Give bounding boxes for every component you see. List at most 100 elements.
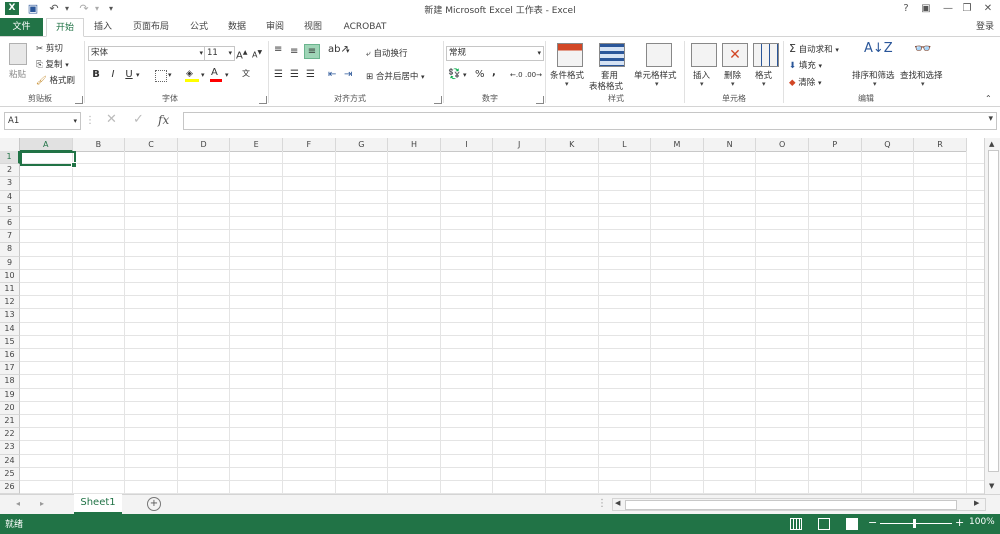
row-header-19[interactable]: 19 xyxy=(0,388,20,402)
column-header-r[interactable]: R xyxy=(914,138,967,152)
zoom-slider-thumb[interactable] xyxy=(913,519,916,528)
ribbon-display-button[interactable]: ▣ xyxy=(917,2,935,16)
fill-handle[interactable] xyxy=(71,162,77,168)
page-layout-view-icon[interactable] xyxy=(818,518,830,530)
worksheet-grid[interactable]: ABCDEFGHIJKLMNOPQR 1 2 3 4 5 6 7 8 9 10 11 12 13 14 15… xyxy=(0,138,984,494)
row-header-22[interactable]: 22 xyxy=(0,428,20,442)
row-header-7[interactable]: 7 xyxy=(0,230,20,244)
tab-page-layout[interactable]: 页面布局 xyxy=(126,18,176,36)
help-button[interactable]: ? xyxy=(897,2,915,16)
page-break-view-icon[interactable] xyxy=(846,518,858,530)
phonetic-icon[interactable]: 文 xyxy=(242,68,250,80)
row-header-8[interactable]: 8 xyxy=(0,243,20,257)
select-all-corner[interactable] xyxy=(0,138,20,152)
bold-button[interactable]: B xyxy=(90,69,102,81)
sort-filter-button[interactable]: A↓Z 排序和筛选 ▾ xyxy=(852,41,898,91)
underline-dropdown-icon[interactable]: ▾ xyxy=(136,69,140,81)
row-header-10[interactable]: 10 xyxy=(0,269,20,283)
number-format-box[interactable]: 常规 ▾ xyxy=(446,46,544,61)
decrease-decimal-icon[interactable]: .00→ xyxy=(525,69,542,81)
column-header-o[interactable]: O xyxy=(756,138,809,152)
tab-review[interactable]: 审阅 xyxy=(258,18,292,36)
wrap-text-button[interactable]: ⤶ 自动换行 xyxy=(366,47,407,59)
scroll-down-arrow-icon[interactable]: ▼ xyxy=(989,482,994,490)
conditional-formatting-button[interactable]: 条件格式 ▾ xyxy=(548,41,588,91)
column-header-i[interactable]: I xyxy=(440,138,494,152)
column-header-j[interactable]: J xyxy=(493,138,546,152)
vertical-scroll-thumb[interactable] xyxy=(988,150,999,472)
column-header-k[interactable]: K xyxy=(546,138,599,152)
find-select-button[interactable]: 👓 查找和选择 ▾ xyxy=(900,41,946,91)
zoom-level[interactable]: 100% xyxy=(969,517,995,527)
row-header-9[interactable]: 9 xyxy=(0,256,20,270)
tab-view[interactable]: 视图 xyxy=(296,18,330,36)
row-header-26[interactable]: 26 xyxy=(0,481,20,494)
row-header-3[interactable]: 3 xyxy=(0,177,20,191)
column-header-c[interactable]: C xyxy=(125,138,178,152)
scroll-left-arrow-icon[interactable]: ◀ xyxy=(615,499,620,507)
formula-input[interactable]: ▾ xyxy=(183,112,997,130)
column-header-a[interactable]: A xyxy=(20,138,73,152)
cell-styles-button[interactable]: 单元格样式 ▾ xyxy=(634,41,680,91)
column-header-d[interactable]: D xyxy=(177,138,231,152)
row-header-4[interactable]: 4 xyxy=(0,190,20,204)
format-painter-button[interactable]: 🖌 格式刷 xyxy=(36,74,75,86)
row-header-21[interactable]: 21 xyxy=(0,415,20,429)
column-header-h[interactable]: H xyxy=(388,138,441,152)
active-cell-a1[interactable] xyxy=(20,151,76,166)
horizontal-scroll-thumb[interactable] xyxy=(625,500,957,510)
align-left-icon[interactable]: ☰ xyxy=(274,69,283,81)
row-header-25[interactable]: 25 xyxy=(0,467,20,481)
align-middle-icon[interactable]: ≡ xyxy=(290,46,298,58)
column-header-l[interactable]: L xyxy=(598,138,652,152)
zoom-slider[interactable] xyxy=(880,519,952,528)
collapse-ribbon-icon[interactable]: ⌃ xyxy=(985,93,992,105)
expand-formula-icon[interactable]: ▾ xyxy=(988,114,993,124)
zoom-out-button[interactable]: − xyxy=(868,516,877,529)
tab-insert[interactable]: 插入 xyxy=(86,18,120,36)
font-color-button[interactable]: A xyxy=(210,67,222,82)
align-right-icon[interactable]: ☰ xyxy=(306,69,315,81)
name-box[interactable]: A1 ▾ xyxy=(4,112,81,130)
tab-home[interactable]: 开始 xyxy=(46,18,84,37)
scroll-up-arrow-icon[interactable]: ▲ xyxy=(989,140,994,148)
restore-button[interactable]: ❐ xyxy=(958,2,976,16)
tab-data[interactable]: 数据 xyxy=(220,18,254,36)
accounting-format-icon[interactable]: 💱 xyxy=(448,69,460,81)
row-header-18[interactable]: 18 xyxy=(0,375,20,389)
fill-color-button[interactable]: ◈ xyxy=(185,68,199,82)
insert-cells-button[interactable]: 插入 ▾ xyxy=(689,41,717,91)
row-header-23[interactable]: 23 xyxy=(0,441,20,455)
row-header-2[interactable]: 2 xyxy=(0,164,20,178)
underline-button[interactable]: U xyxy=(123,69,135,81)
sheet-tab-sheet1[interactable]: Sheet1 xyxy=(74,494,122,514)
font-size-box[interactable]: 11 ▾ xyxy=(204,46,235,61)
column-header-g[interactable]: G xyxy=(335,138,389,152)
autosum-button[interactable]: Σ 自动求和 ▾ xyxy=(789,42,839,55)
row-header-15[interactable]: 15 xyxy=(0,335,20,349)
borders-dropdown-icon[interactable]: ▾ xyxy=(168,69,172,81)
column-header-q[interactable]: Q xyxy=(861,138,915,152)
insert-function-icon[interactable]: fx xyxy=(158,114,169,126)
grow-font-button[interactable]: A▲ xyxy=(236,47,247,62)
comma-style-button[interactable]: , xyxy=(492,67,496,79)
row-header-16[interactable]: 16 xyxy=(0,349,20,363)
row-header-17[interactable]: 17 xyxy=(0,362,20,376)
font-name-box[interactable]: 宋体 ▾ xyxy=(88,46,206,61)
delete-cells-button[interactable]: ✕ 删除 ▾ xyxy=(720,41,748,91)
next-sheet-icon[interactable]: ▸ xyxy=(40,498,44,510)
copy-button[interactable]: ⎘ 复制 ▾ xyxy=(36,58,69,70)
font-launcher-icon[interactable] xyxy=(259,96,267,104)
merge-center-button[interactable]: ⊞ 合并后居中 ▾ xyxy=(366,70,425,82)
increase-decimal-icon[interactable]: ←.0 xyxy=(510,69,523,81)
row-header-11[interactable]: 11 xyxy=(0,283,20,297)
format-cells-button[interactable]: 格式 ▾ xyxy=(751,41,779,91)
minimize-button[interactable]: — xyxy=(939,2,957,16)
italic-button[interactable]: I xyxy=(107,69,119,81)
column-header-p[interactable]: P xyxy=(809,138,862,152)
column-header-m[interactable]: M xyxy=(651,138,704,152)
row-header-12[interactable]: 12 xyxy=(0,296,20,310)
login-link[interactable]: 登录 xyxy=(970,18,1000,36)
cut-button[interactable]: ✂ 剪切 xyxy=(36,42,63,54)
add-sheet-button[interactable]: + xyxy=(147,497,161,511)
